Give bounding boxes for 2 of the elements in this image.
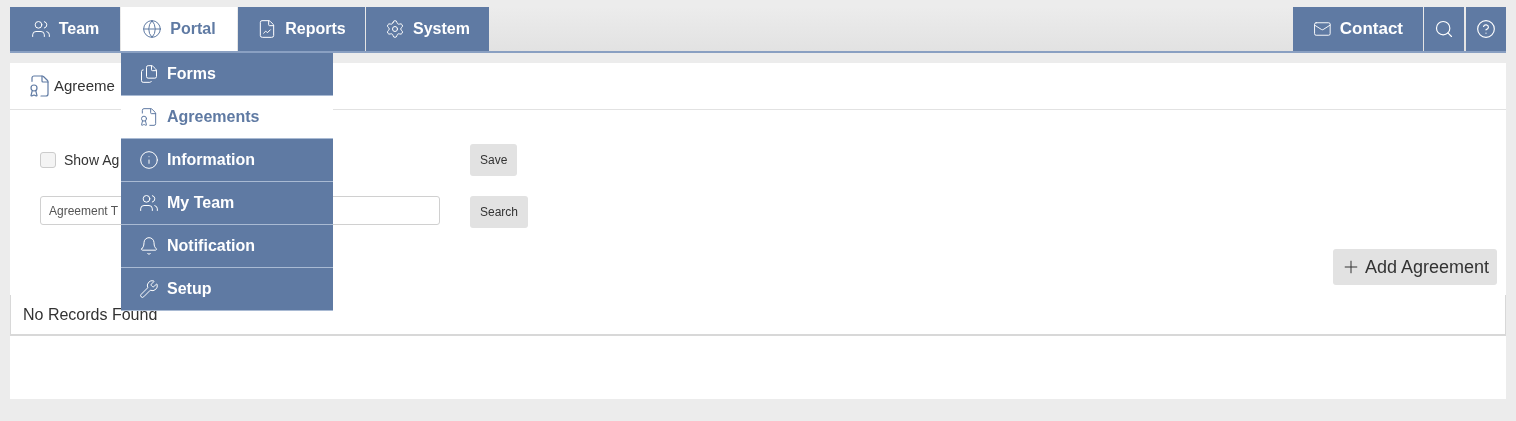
panel-title: Agreeme	[54, 75, 115, 96]
checkbox-label: Show Ag	[64, 150, 120, 170]
